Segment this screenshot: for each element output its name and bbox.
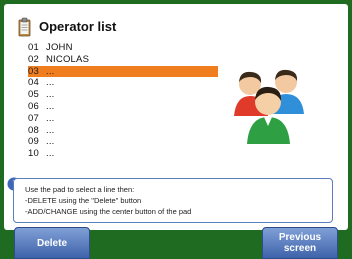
- operator-row[interactable]: 05...: [28, 89, 218, 101]
- operator-row[interactable]: 08...: [28, 125, 218, 137]
- operator-name: ...: [46, 136, 55, 148]
- operator-row[interactable]: 03...: [28, 65, 218, 78]
- operator-name: ...: [46, 65, 55, 77]
- previous-screen-label-line1: Previous: [278, 232, 322, 243]
- operator-row[interactable]: 06...: [28, 101, 218, 113]
- operator-name: NICOLAS: [46, 53, 90, 65]
- operator-number: 06: [28, 100, 39, 112]
- operator-row[interactable]: 01 JOHN: [28, 42, 218, 54]
- operator-number: 01: [28, 42, 39, 53]
- operator-name: ...: [46, 124, 55, 136]
- delete-button[interactable]: Delete: [14, 227, 90, 259]
- operator-number: 05: [28, 89, 39, 101]
- operator-name: ...: [46, 100, 55, 112]
- clipboard-icon: [18, 17, 31, 37]
- operator-number: 03: [28, 65, 39, 77]
- operator-name: ...: [46, 148, 55, 160]
- operator-number: 09: [28, 136, 39, 148]
- operator-row[interactable]: 02 NICOLAS: [28, 54, 218, 66]
- previous-screen-label-line2: screen: [283, 243, 317, 254]
- operator-number: 08: [28, 124, 39, 136]
- operator-name: ...: [46, 89, 55, 101]
- operator-list[interactable]: 01 JOHN 02 NICOLAS 03... 04... 05... 06... 07...…: [28, 42, 218, 160]
- operator-number: 07: [28, 112, 39, 124]
- previous-screen-button[interactable]: Previous screen: [262, 227, 338, 259]
- info-line-2: -DELETE using the "Delete" button: [25, 196, 142, 205]
- operator-number: 10: [28, 148, 39, 160]
- operator-row[interactable]: 07...: [28, 113, 218, 125]
- info-line-3: -ADD/CHANGE using the center button of t…: [25, 207, 192, 216]
- info-line-1: Use the pad to select a line then:: [25, 185, 135, 194]
- screen-frame: Operator list 01 JOHN 02 NICOLAS 03... 04... 0…: [0, 0, 352, 259]
- operator-row[interactable]: 09...: [28, 136, 218, 148]
- operator-number: 02: [28, 53, 39, 65]
- operator-name: ...: [46, 77, 55, 89]
- info-text: Use the pad to select a line then: -DELE…: [25, 184, 191, 217]
- users-icon: [234, 69, 304, 144]
- operator-name: JOHN: [46, 42, 73, 53]
- operator-row[interactable]: 04...: [28, 77, 218, 89]
- operator-row[interactable]: 10...: [28, 148, 218, 160]
- operator-name: ...: [46, 112, 55, 124]
- operator-number: 04: [28, 77, 39, 89]
- page-title: Operator list: [39, 19, 117, 34]
